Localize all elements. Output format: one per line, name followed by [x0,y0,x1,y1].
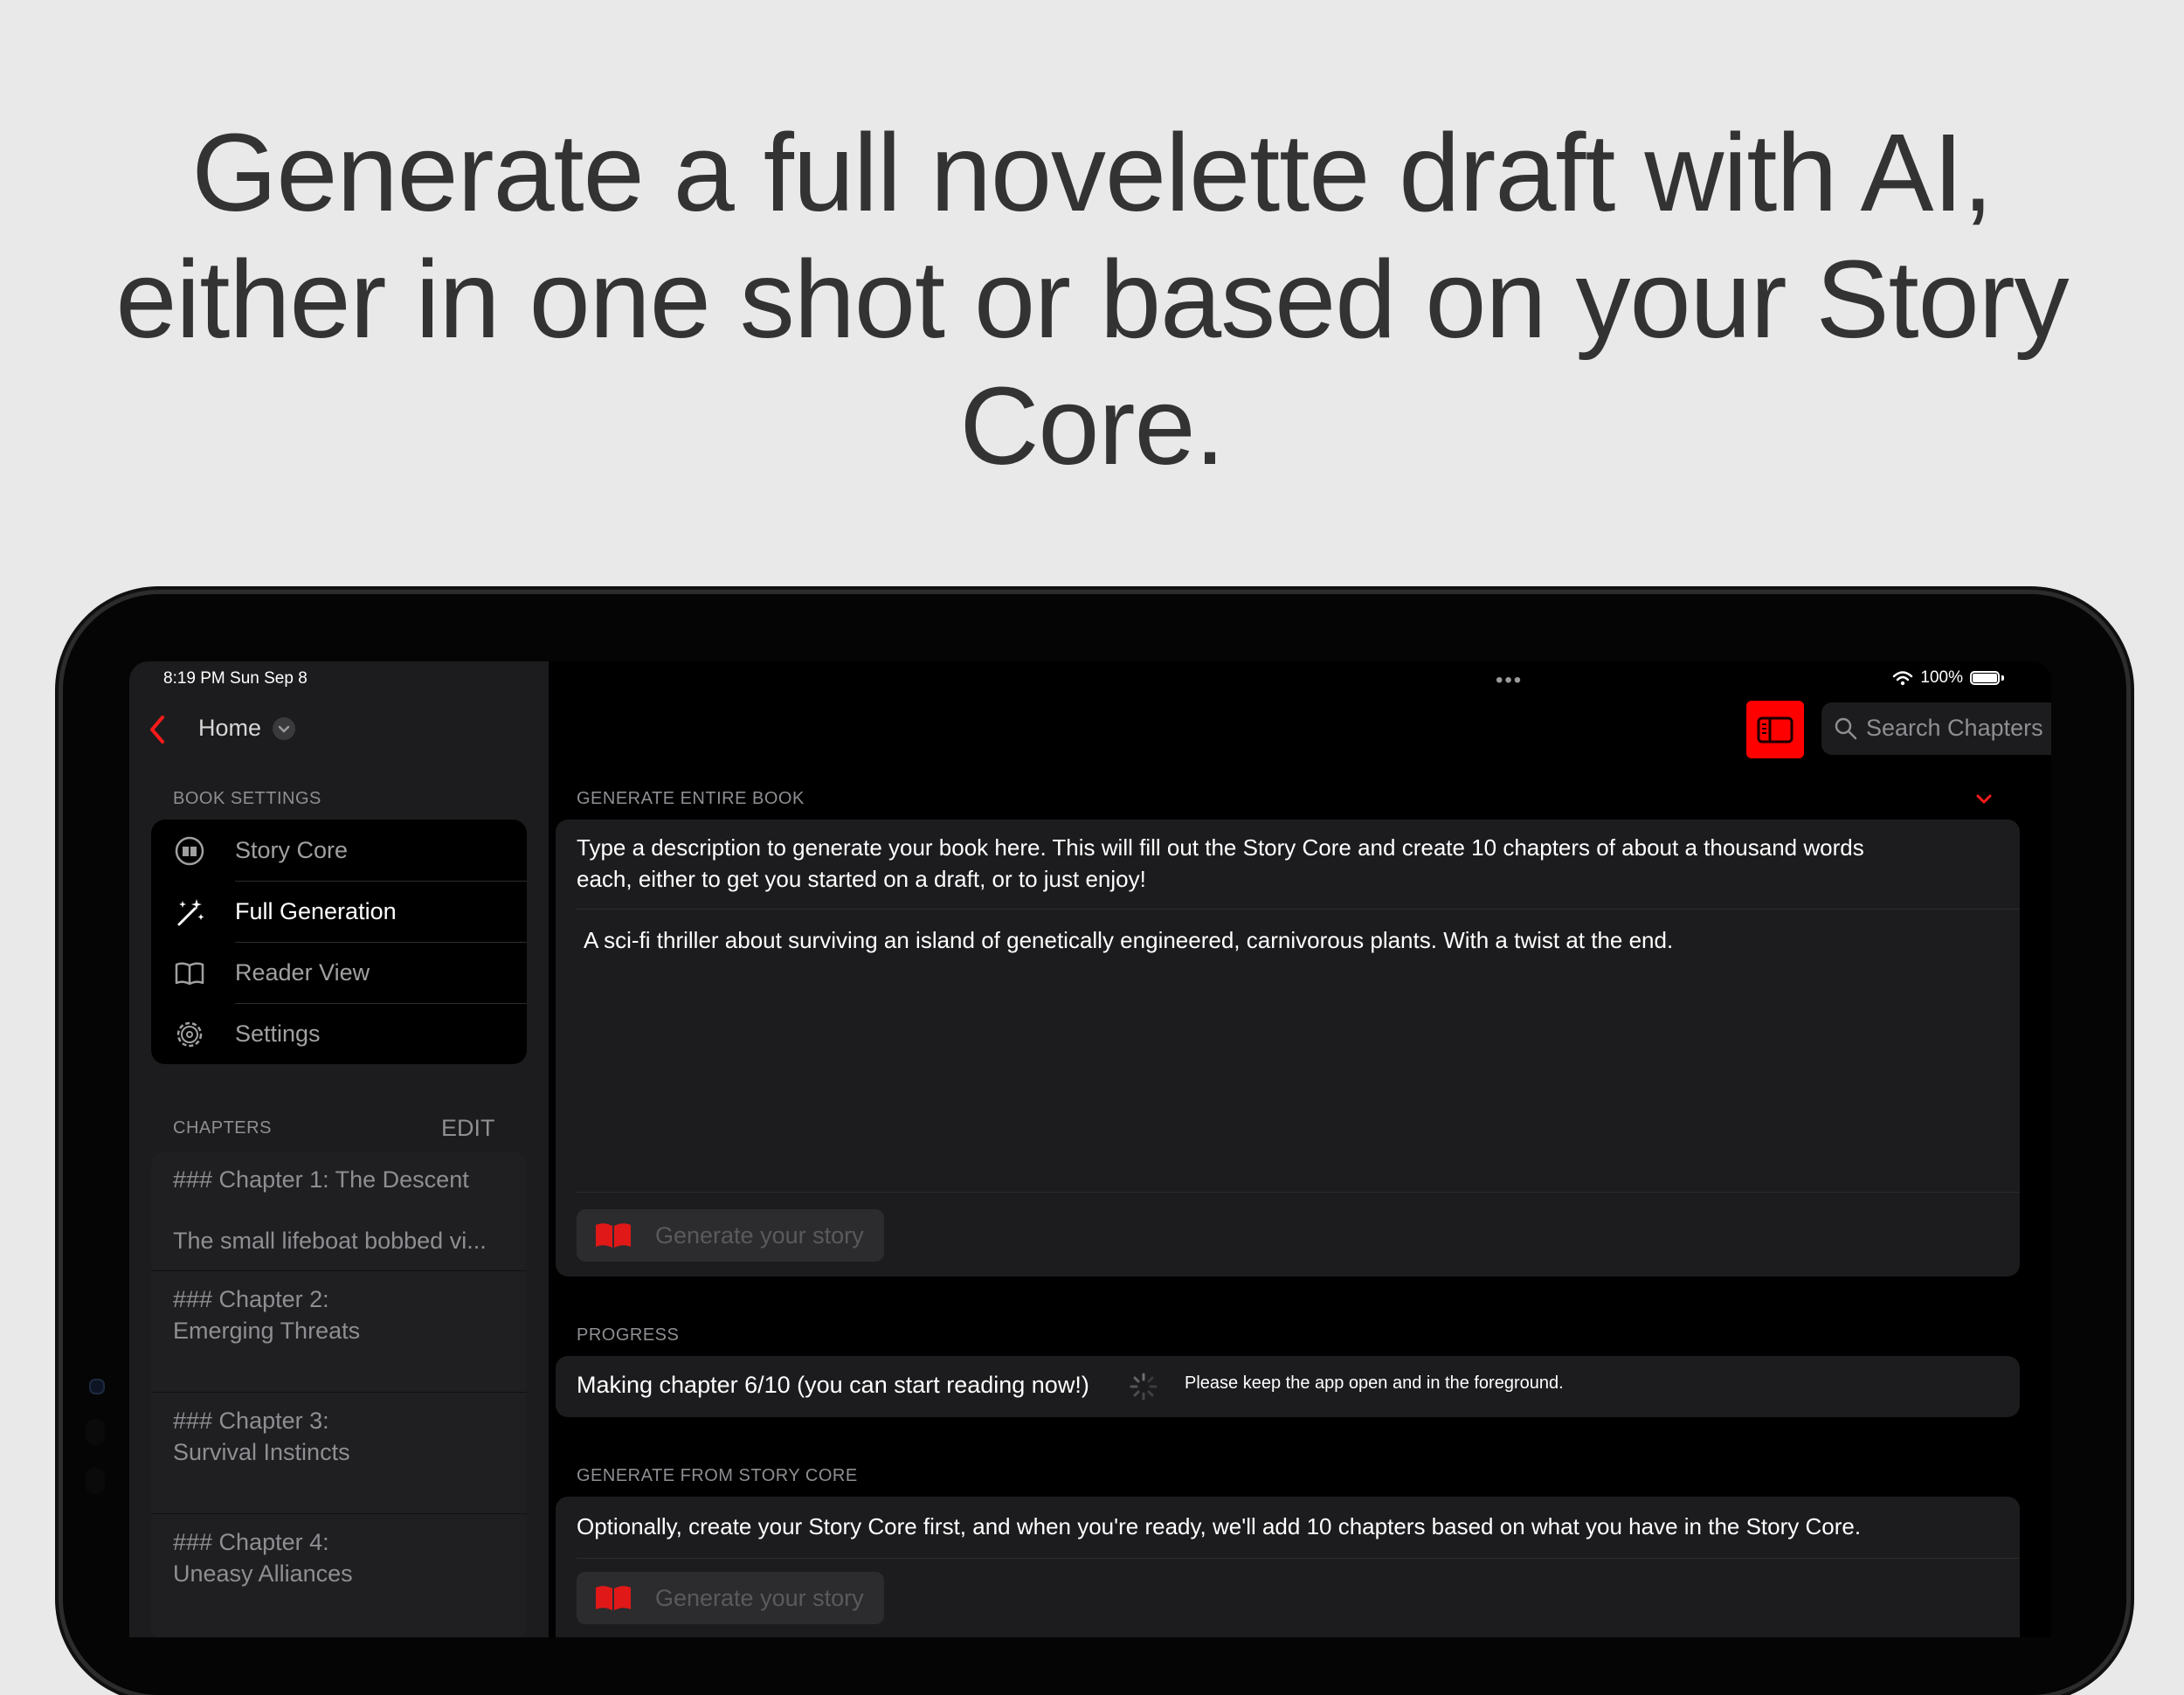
battery-tip [2001,675,2004,681]
collapse-chevron-icon[interactable] [1973,787,1995,810]
generate-from-story-core-card: Optionally, create your Story Core first… [556,1497,2020,1637]
book-settings-list: Story Core Full Generation Reader View S… [151,820,527,1064]
sidebar-item-label: Settings [235,1020,321,1047]
generate-story-button[interactable]: Generate your story [577,1209,884,1262]
activity-spinner-icon [1130,1373,1158,1401]
chapter-title: ### Chapter 4: [173,1529,329,1555]
chapter-item-1[interactable]: ### Chapter 1: The Descent The small lif… [151,1152,527,1270]
camera-dot [89,1379,105,1394]
open-book-icon [175,962,204,986]
main-content: ••• 100% Search Chapters GENERATE ENTIRE… [549,661,2051,1637]
progress-card: Making chapter 6/10 (you can start readi… [556,1356,2020,1417]
sidebar-item-story-core[interactable]: Story Core [151,820,527,881]
sidebar-toggle-icon [1757,716,1794,744]
generate-story-from-core-button[interactable]: Generate your story [577,1572,884,1624]
generate-story-label: Generate your story [655,1585,864,1611]
generate-entire-book-card: Type a description to generate your book… [556,820,2020,1276]
book-description-input[interactable]: A sci-fi thriller about surviving an isl… [584,924,1999,1186]
sidebar-item-reader-view[interactable]: Reader View [151,942,527,1003]
search-icon [1835,717,1857,740]
home-title[interactable]: Home [198,715,261,742]
sidebar-item-settings[interactable]: Settings [151,1003,527,1064]
sensor-dot-1 [86,1419,105,1445]
back-chevron-icon[interactable] [145,712,168,747]
chapter-list: ### Chapter 1: The Descent The small lif… [151,1152,527,1637]
sidebar-toggle-button[interactable] [1746,701,1804,758]
headline-line-1: Generate a full novelette draft with AI, [191,111,1993,234]
marketing-headline: Generate a full novelette draft with AI,… [52,109,2132,489]
magic-wand-icon [177,899,204,926]
divider [577,909,2020,910]
chapters-header: CHAPTERS [173,1118,272,1138]
chapter-title: ### Chapter 2: [173,1286,329,1312]
battery-icon [1970,671,2000,685]
headline-line-2: either in one shot or based on your Stor… [115,238,2069,361]
search-placeholder: Search Chapters [1866,715,2043,741]
chapter-subtitle: Uneasy Alliances [173,1560,353,1587]
chevron-down-icon [278,725,290,733]
status-time: 8:19 PM Sun Sep 8 [163,669,308,688]
chapter-item-4[interactable]: ### Chapter 4: Uneasy Alliances [151,1514,527,1635]
story-core-description: Optionally, create your Story Core first… [577,1513,1862,1539]
gear-icon [176,1021,203,1048]
progress-header: PROGRESS [577,1325,680,1345]
description-line-1: Type a description to generate your book… [577,834,1864,861]
battery-percent: 100% [1920,668,1963,687]
sidebar-item-label: Full Generation [235,897,397,924]
status-right: 100% [1892,668,2004,688]
book-settings-header: BOOK SETTINGS [173,789,321,808]
divider [577,1558,2020,1559]
sidebar: 8:19 PM Sun Sep 8 Home BOOK SETTINGS Sto… [129,661,549,1637]
divider [577,1192,2020,1193]
progress-note: Please keep the app open and in the fore… [1185,1373,1564,1393]
sensor-dot-2 [86,1468,105,1494]
wifi-icon [1893,671,1913,686]
description-line-2: each, either to get you started on a dra… [577,866,1146,892]
edit-chapters-button[interactable]: EDIT [441,1115,495,1142]
book-circle-icon [175,836,204,866]
headline-line-3: Core. [959,364,1225,488]
chapter-title: ### Chapter 3: [173,1408,329,1434]
device-side-button [56,688,63,776]
chapter-subtitle: Survival Instincts [173,1439,350,1465]
red-book-icon [596,1223,631,1248]
chapter-title: ### Chapter 1: The Descent [173,1166,469,1193]
generate-book-description: Type a description to generate your book… [577,832,2001,895]
progress-status: Making chapter 6/10 (you can start readi… [577,1372,1089,1398]
ipad-screen: 8:19 PM Sun Sep 8 Home BOOK SETTINGS Sto… [129,661,2051,1637]
generate-from-story-core-header: GENERATE FROM STORY CORE [577,1466,858,1485]
search-chapters-field[interactable]: Search Chapters [1821,702,2051,755]
generate-story-label: Generate your story [655,1222,864,1249]
sidebar-item-label: Reader View [235,958,370,986]
chapter-subtitle: Emerging Threats [173,1318,361,1344]
multitasking-dots[interactable]: ••• [1496,668,1523,693]
chapter-preview: The small lifeboat bobbed vi... [173,1228,487,1254]
red-book-icon [596,1586,631,1610]
chapter-item-3[interactable]: ### Chapter 3: Survival Instincts [151,1393,527,1513]
home-dropdown-button[interactable] [273,717,295,740]
generate-entire-book-header: GENERATE ENTIRE BOOK [577,789,805,808]
sidebar-item-label: Story Core [235,836,349,863]
chapter-item-2[interactable]: ### Chapter 2: Emerging Threats [151,1271,527,1392]
sidebar-item-full-generation[interactable]: Full Generation [151,881,527,942]
